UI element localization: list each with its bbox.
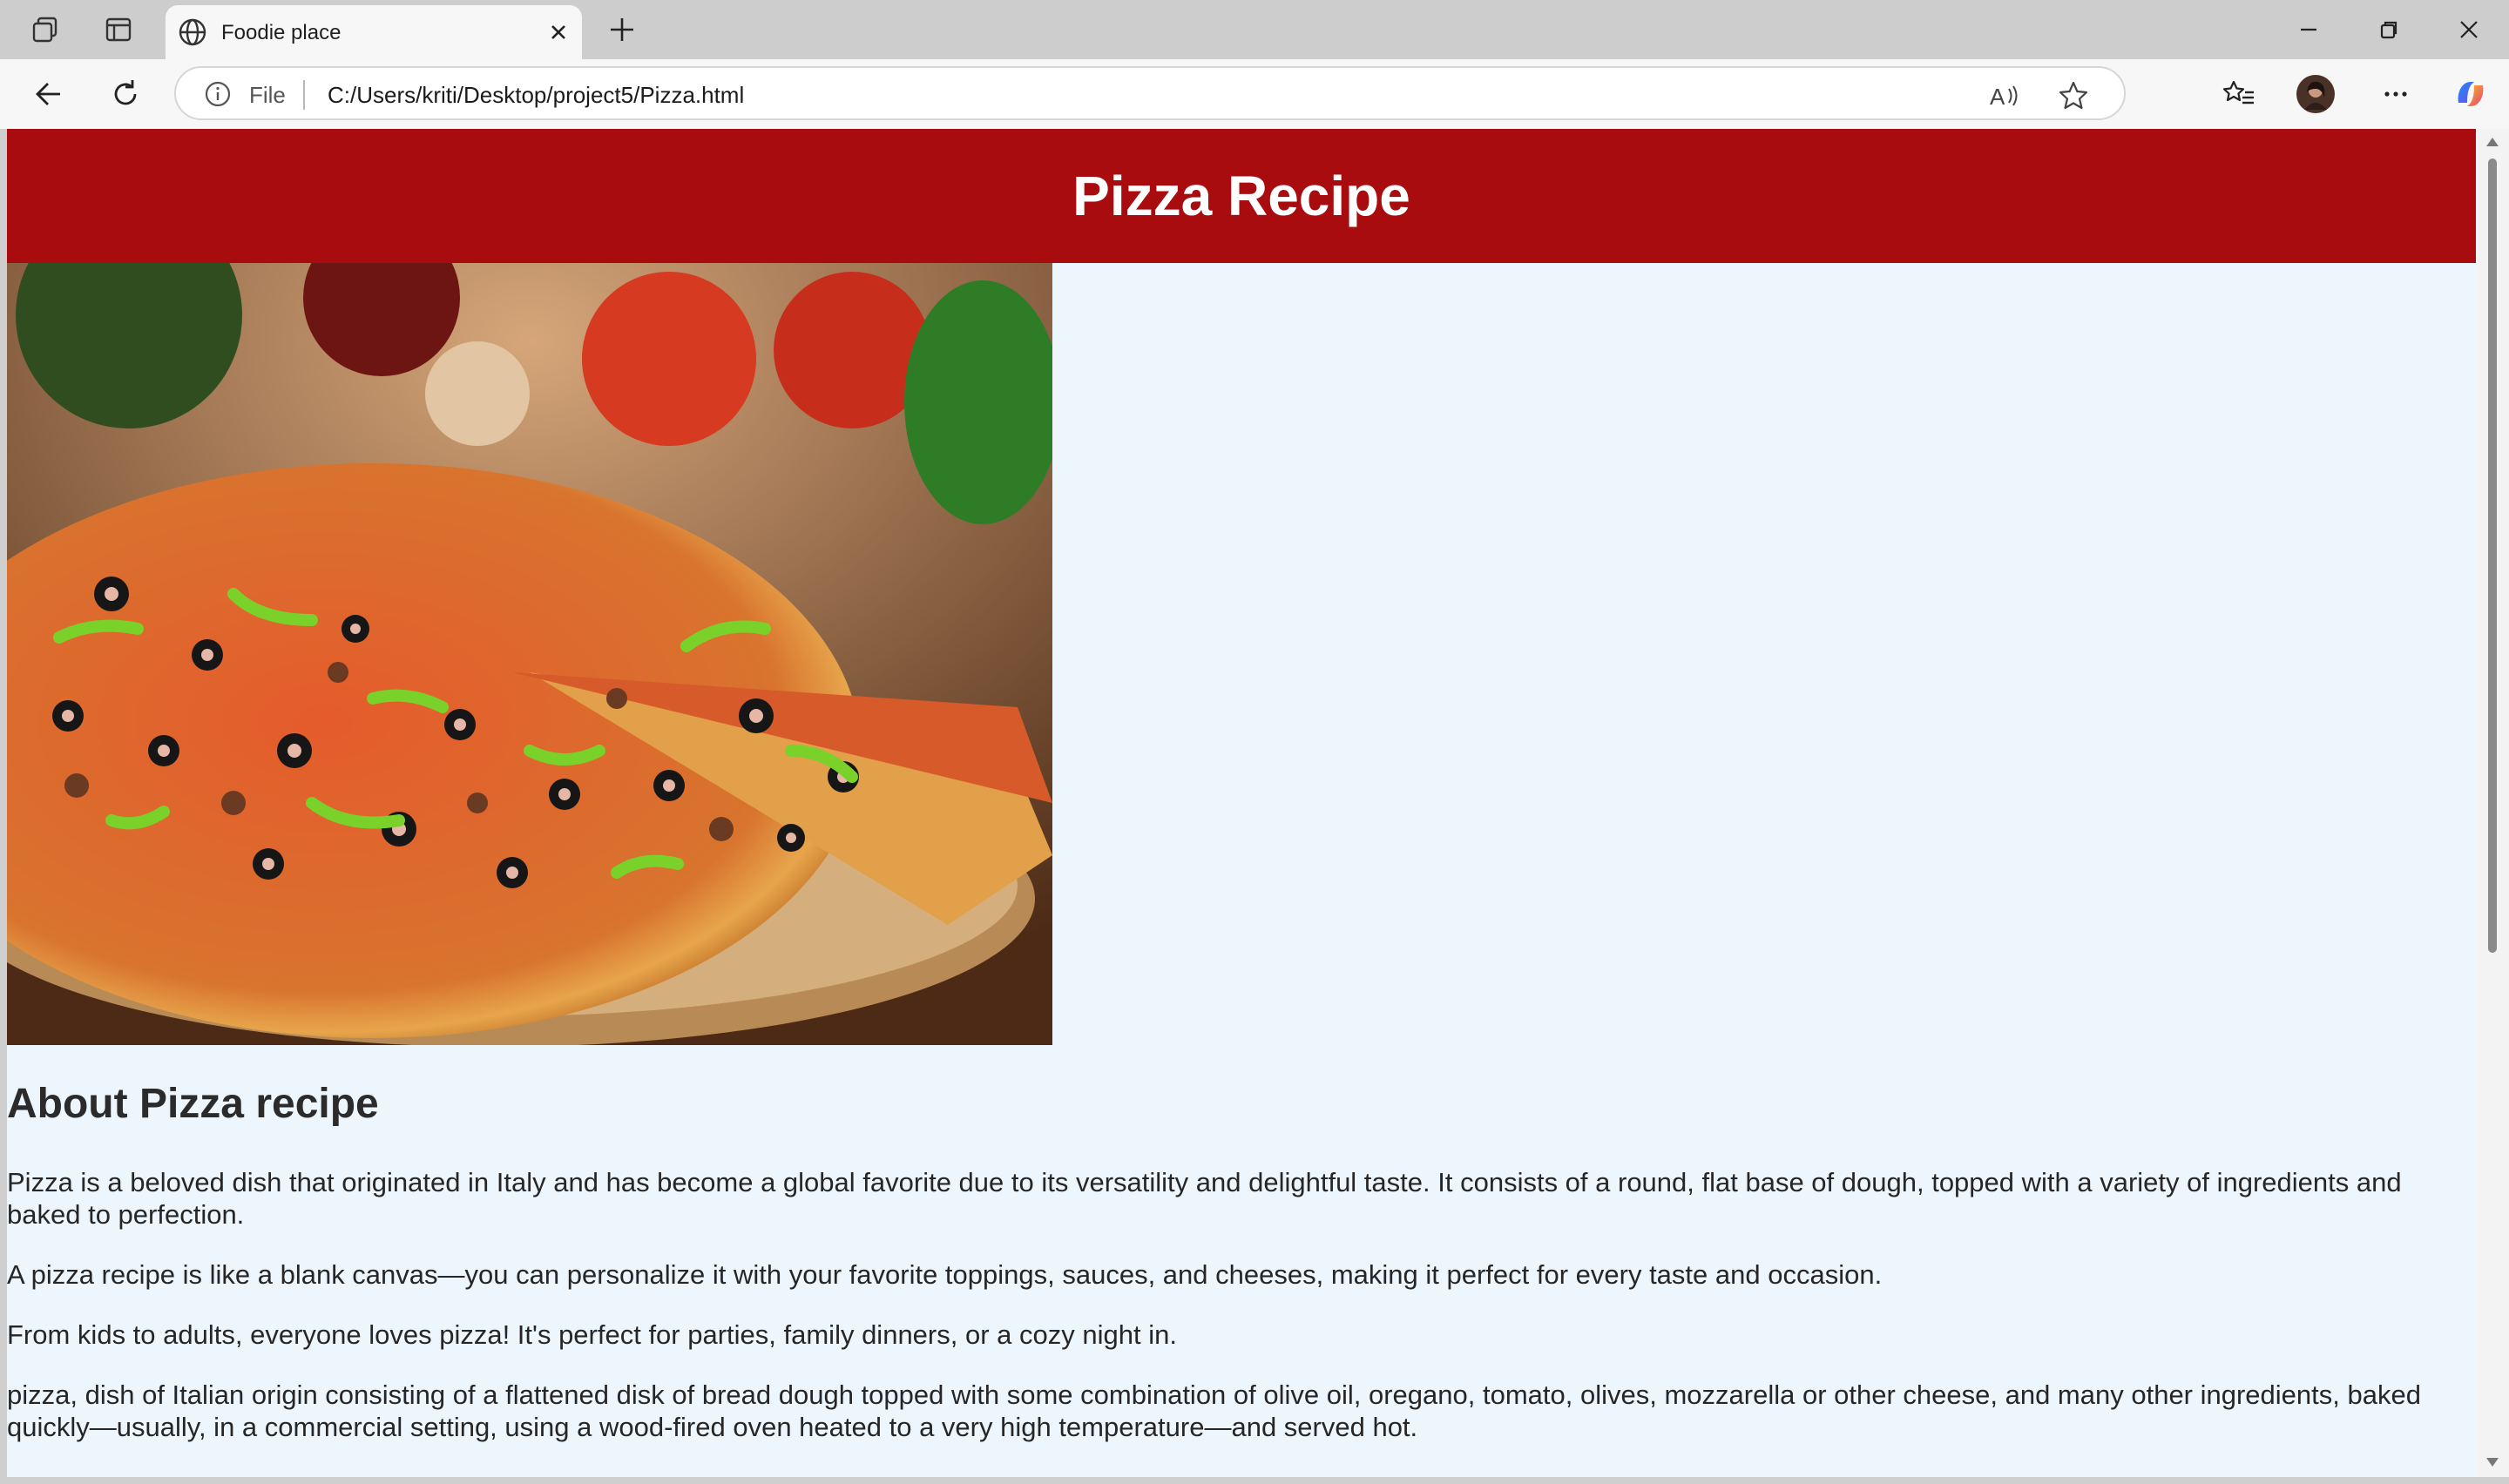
info-icon[interactable] [202, 78, 233, 110]
window-bottom-edge [0, 1477, 2509, 1484]
scroll-up-arrow-icon[interactable] [2485, 134, 2500, 150]
paragraph-2: A pizza recipe is like a blank canvas—yo… [7, 1259, 1883, 1290]
globe-icon [176, 16, 209, 49]
page-scrollbar[interactable] [2476, 129, 2509, 1477]
close-window-icon[interactable] [2452, 12, 2486, 47]
omnibox-separator [303, 80, 305, 110]
tab-strip: Foodie place [0, 0, 2509, 59]
more-icon[interactable] [2377, 75, 2415, 113]
page-viewport: Pizza Recipe About Pizza recipe Pizza is… [7, 129, 2476, 1477]
address-bar[interactable]: File C:/Users/kriti/Desktop/project5/Piz… [174, 66, 2126, 120]
browser-toolbar: File C:/Users/kriti/Desktop/project5/Piz… [0, 59, 2509, 129]
section-heading: About Pizza recipe [7, 1081, 379, 1127]
close-tab-icon[interactable] [544, 17, 573, 47]
tab-title: Foodie place [221, 21, 342, 44]
copilot-icon[interactable] [2452, 75, 2490, 113]
scrollbar-thumb[interactable] [2488, 159, 2497, 953]
minimize-icon[interactable] [2291, 12, 2326, 47]
favorite-star-icon[interactable] [2056, 78, 2091, 113]
profile-avatar[interactable] [2296, 75, 2335, 113]
pizza-image [7, 263, 1052, 1045]
back-icon[interactable] [30, 75, 68, 113]
read-aloud-icon[interactable]: A [1986, 78, 2021, 113]
restore-icon[interactable] [2371, 12, 2406, 47]
paragraph-3: From kids to adults, everyone loves pizz… [7, 1319, 1177, 1350]
about-section: About Pizza recipe Pizza is a beloved di… [7, 1080, 2446, 1471]
file-label: File [249, 82, 286, 108]
tab-foodie-place[interactable]: Foodie place [166, 5, 582, 59]
page-title: Pizza Recipe [1072, 165, 1410, 227]
refresh-icon[interactable] [106, 75, 145, 113]
vertical-tabs-icon[interactable] [103, 14, 134, 45]
favorites-icon[interactable] [2220, 75, 2258, 113]
url-text[interactable]: C:/Users/kriti/Desktop/project5/Pizza.ht… [328, 82, 744, 109]
svg-text:A: A [1990, 84, 2005, 110]
new-tab-icon[interactable] [605, 12, 639, 47]
paragraph-4: pizza, dish of Italian origin consisting… [7, 1379, 2421, 1442]
scroll-down-arrow-icon[interactable] [2485, 1454, 2500, 1470]
workspaces-icon[interactable] [30, 14, 61, 45]
page-header: Pizza Recipe [7, 129, 2476, 263]
paragraph-1: Pizza is a beloved dish that originated … [7, 1167, 2402, 1230]
